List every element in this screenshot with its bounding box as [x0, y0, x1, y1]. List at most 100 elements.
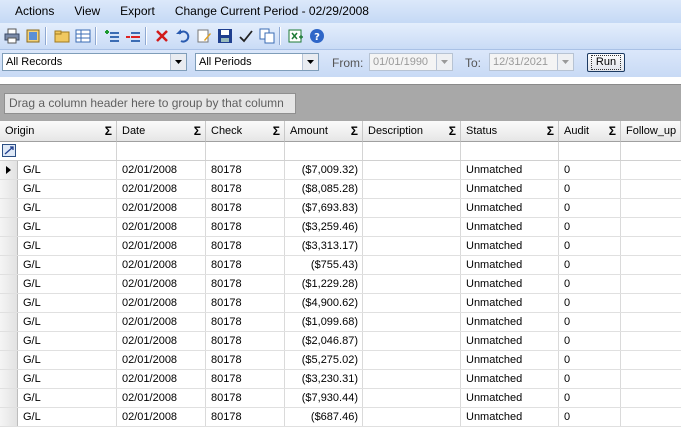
cell-origin[interactable]: G/L: [18, 370, 117, 388]
cell-check[interactable]: 80178: [206, 294, 285, 312]
cell-origin[interactable]: G/L: [18, 199, 117, 217]
cell-description[interactable]: [363, 370, 461, 388]
cell-status[interactable]: Unmatched: [461, 275, 559, 293]
row-selector[interactable]: [0, 389, 18, 407]
table-row[interactable]: G/L 02/01/2008 80178 ($7,009.32) Unmatched 0: [0, 161, 681, 180]
menu-export[interactable]: Export: [110, 0, 165, 23]
cell-description[interactable]: [363, 408, 461, 426]
cell-amount[interactable]: ($1,229.28): [285, 275, 363, 293]
cell-status[interactable]: Unmatched: [461, 180, 559, 198]
header-status[interactable]: Status Σ: [461, 121, 559, 142]
sum-icon[interactable]: Σ: [547, 121, 554, 141]
cell-description[interactable]: [363, 389, 461, 407]
row-selector[interactable]: [0, 256, 18, 274]
row-selector[interactable]: [0, 237, 18, 255]
cell-check[interactable]: 80178: [206, 389, 285, 407]
cell-status[interactable]: Unmatched: [461, 256, 559, 274]
menu-view[interactable]: View: [64, 0, 110, 23]
cell-origin[interactable]: G/L: [18, 313, 117, 331]
cell-date[interactable]: 02/01/2008: [117, 161, 206, 179]
row-selector[interactable]: [0, 313, 18, 331]
cell-description[interactable]: [363, 313, 461, 331]
menu-actions[interactable]: Actions: [0, 0, 64, 23]
filter-cell[interactable]: [461, 142, 559, 160]
cell-status[interactable]: Unmatched: [461, 199, 559, 217]
cell-amount[interactable]: ($3,313.17): [285, 237, 363, 255]
cell-amount[interactable]: ($7,693.83): [285, 199, 363, 217]
cell-description[interactable]: [363, 161, 461, 179]
cell-status[interactable]: Unmatched: [461, 294, 559, 312]
cell-origin[interactable]: G/L: [18, 389, 117, 407]
undo-icon[interactable]: [174, 27, 192, 45]
cell-description[interactable]: [363, 256, 461, 274]
cell-amount[interactable]: ($755.43): [285, 256, 363, 274]
row-selector[interactable]: [0, 408, 18, 426]
preview-icon[interactable]: [24, 27, 42, 45]
cell-date[interactable]: 02/01/2008: [117, 408, 206, 426]
records-select[interactable]: All Records: [2, 53, 187, 71]
cell-check[interactable]: 80178: [206, 351, 285, 369]
cell-date[interactable]: 02/01/2008: [117, 351, 206, 369]
cell-check[interactable]: 80178: [206, 180, 285, 198]
cell-amount[interactable]: ($1,099.68): [285, 313, 363, 331]
cell-origin[interactable]: G/L: [18, 294, 117, 312]
header-audit[interactable]: Audit Σ: [559, 121, 621, 142]
cell-amount[interactable]: ($4,900.62): [285, 294, 363, 312]
periods-select[interactable]: All Periods: [195, 53, 319, 71]
row-selector[interactable]: [0, 180, 18, 198]
cell-status[interactable]: Unmatched: [461, 218, 559, 236]
chevron-down-icon[interactable]: [436, 54, 452, 70]
cell-amount[interactable]: ($3,230.31): [285, 370, 363, 388]
cell-audit[interactable]: 0: [559, 408, 621, 426]
menu-change-period[interactable]: Change Current Period - 02/29/2008: [165, 0, 379, 23]
table-row[interactable]: G/L 02/01/2008 80178 ($8,085.28) Unmatched 0: [0, 180, 681, 199]
cell-check[interactable]: 80178: [206, 275, 285, 293]
cell-origin[interactable]: G/L: [18, 218, 117, 236]
cell-audit[interactable]: 0: [559, 161, 621, 179]
cell-status[interactable]: Unmatched: [461, 313, 559, 331]
cell-date[interactable]: 02/01/2008: [117, 199, 206, 217]
cell-origin[interactable]: G/L: [18, 408, 117, 426]
cell-audit[interactable]: 0: [559, 389, 621, 407]
cell-amount[interactable]: ($8,085.28): [285, 180, 363, 198]
cell-audit[interactable]: 0: [559, 256, 621, 274]
cell-status[interactable]: Unmatched: [461, 332, 559, 350]
cell-date[interactable]: 02/01/2008: [117, 218, 206, 236]
filter-cell[interactable]: [363, 142, 461, 160]
cell-check[interactable]: 80178: [206, 199, 285, 217]
cell-check[interactable]: 80178: [206, 237, 285, 255]
excel-export-icon[interactable]: [287, 27, 305, 45]
cell-date[interactable]: 02/01/2008: [117, 237, 206, 255]
add-row-icon[interactable]: [103, 27, 121, 45]
cell-date[interactable]: 02/01/2008: [117, 370, 206, 388]
cell-check[interactable]: 80178: [206, 370, 285, 388]
table-row[interactable]: G/L 02/01/2008 80178 ($2,046.87) Unmatched 0: [0, 332, 681, 351]
cell-description[interactable]: [363, 199, 461, 217]
table-row[interactable]: G/L 02/01/2008 80178 ($1,229.28) Unmatched 0: [0, 275, 681, 294]
print-icon[interactable]: [3, 27, 21, 45]
header-description[interactable]: Description Σ: [363, 121, 461, 142]
cell-description[interactable]: [363, 237, 461, 255]
help-icon[interactable]: ?: [308, 27, 326, 45]
chevron-down-icon[interactable]: [557, 54, 573, 70]
table-row[interactable]: G/L 02/01/2008 80178 ($4,900.62) Unmatched 0: [0, 294, 681, 313]
cell-origin[interactable]: G/L: [18, 275, 117, 293]
run-button[interactable]: Run: [587, 53, 625, 72]
table-row[interactable]: G/L 02/01/2008 80178 ($7,930.44) Unmatched 0: [0, 389, 681, 408]
cell-check[interactable]: 80178: [206, 408, 285, 426]
cell-date[interactable]: 02/01/2008: [117, 275, 206, 293]
cell-date[interactable]: 02/01/2008: [117, 332, 206, 350]
filter-cell[interactable]: [559, 142, 621, 160]
cell-amount[interactable]: ($7,009.32): [285, 161, 363, 179]
checkmark-icon[interactable]: [237, 27, 255, 45]
copy-icon[interactable]: [258, 27, 276, 45]
table-row[interactable]: G/L 02/01/2008 80178 ($5,275.02) Unmatched 0: [0, 351, 681, 370]
table-row[interactable]: G/L 02/01/2008 80178 ($1,099.68) Unmatched 0: [0, 313, 681, 332]
cell-audit[interactable]: 0: [559, 199, 621, 217]
cell-description[interactable]: [363, 180, 461, 198]
sum-icon[interactable]: Σ: [609, 121, 616, 141]
cell-description[interactable]: [363, 294, 461, 312]
table-row[interactable]: G/L 02/01/2008 80178 ($3,259.46) Unmatched 0: [0, 218, 681, 237]
cell-description[interactable]: [363, 332, 461, 350]
cell-audit[interactable]: 0: [559, 351, 621, 369]
